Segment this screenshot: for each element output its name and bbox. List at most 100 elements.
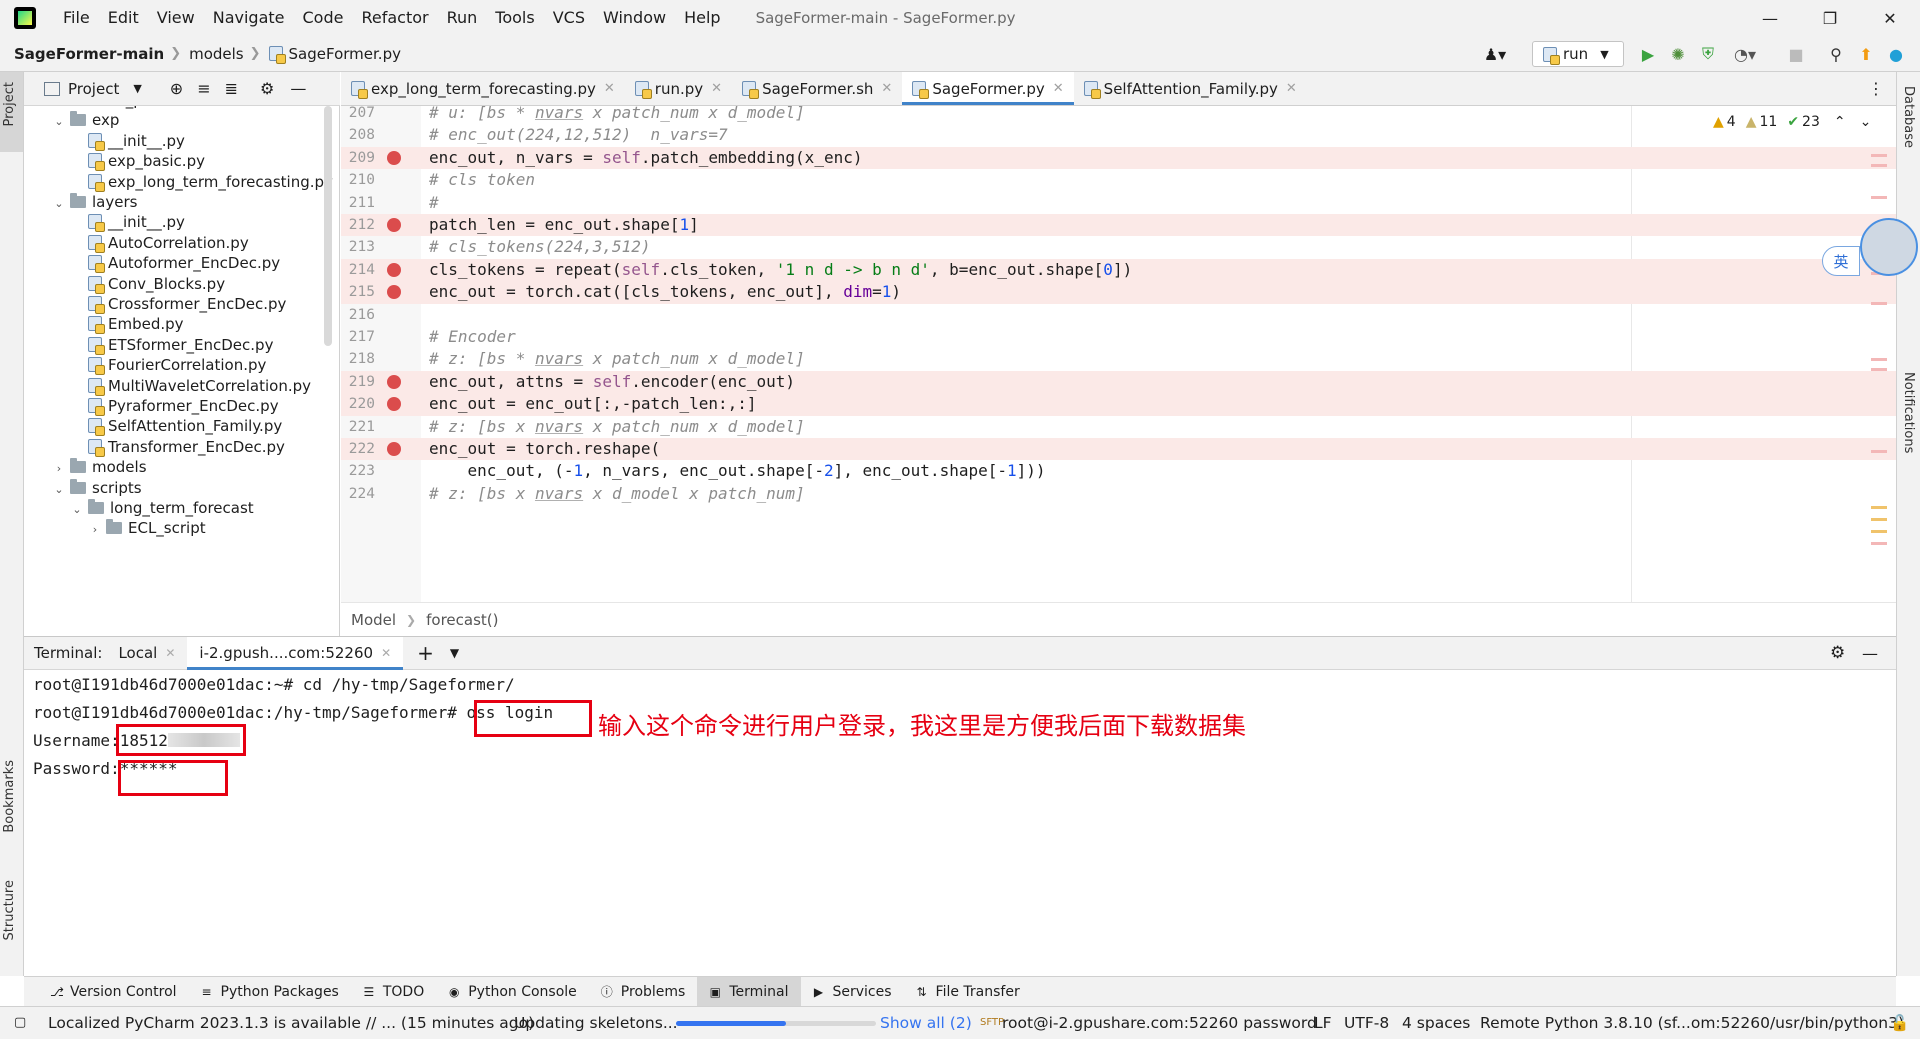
code-line[interactable]: 220 enc_out = enc_out[:,-patch_len:,:] [341, 393, 1896, 416]
code-line[interactable]: 218 # z: [bs * nvars x patch_num x d_mode… [341, 348, 1896, 370]
user-icon[interactable]: ♟▾ [1478, 44, 1512, 64]
close-icon[interactable]: ✕ [604, 81, 615, 96]
tool-tab[interactable]: ◉ Python Console [436, 977, 589, 1007]
editor-tab[interactable]: SelfAttention_Family.py ✕ [1074, 72, 1307, 105]
breakpoint-icon[interactable] [387, 442, 401, 457]
coverage-icon[interactable]: ⛨ [1698, 44, 1718, 64]
chevron-down-icon[interactable]: ⌄ [70, 497, 84, 522]
line-number[interactable]: 214 [341, 259, 375, 281]
code-line[interactable]: 209 enc_out, n_vars = self.patch_embeddin… [341, 146, 1896, 170]
gear-icon[interactable]: ⚙ [260, 79, 274, 98]
code-line[interactable]: 219 enc_out, attns = self.encoder(enc_out… [341, 370, 1896, 394]
terminal-tab-remote[interactable]: i-2.gpush....com:52260 ✕ [187, 636, 404, 670]
tree-item[interactable]: › ECL_script [88, 516, 206, 541]
run-config-select[interactable]: run ▼ [1532, 41, 1624, 67]
close-icon[interactable]: ✕ [381, 646, 391, 660]
code-editor[interactable]: 207 # u: [bs * nvars x patch_num x d_mode… [341, 106, 1896, 602]
code-line[interactable]: 223 enc_out, (-1, n_vars, enc_out.shape[… [341, 460, 1896, 482]
breakpoint-icon[interactable] [387, 262, 401, 277]
breakpoint-icon[interactable] [387, 397, 401, 412]
chevron-up-icon[interactable]: ⌃ [1834, 114, 1846, 130]
lock-icon[interactable]: 🔓 [1890, 1007, 1909, 1039]
chevron-down-icon[interactable]: ⌄ [52, 477, 66, 502]
chevron-down-icon[interactable]: ⌄ [52, 109, 66, 134]
breakpoint-icon[interactable] [387, 150, 401, 165]
tool-tab[interactable]: ⓘ Problems [589, 977, 698, 1007]
breakpoint-icon[interactable] [387, 218, 401, 233]
breakpoint-icon[interactable] [387, 374, 401, 389]
line-separator[interactable]: LF [1314, 1007, 1332, 1039]
bookmarks-tool-label[interactable]: Bookmarks [2, 760, 17, 833]
close-icon[interactable]: ✕ [881, 81, 892, 96]
structure-tool-label[interactable]: Structure [2, 880, 17, 940]
pycharm-logo-icon[interactable] [14, 7, 36, 29]
tool-tab[interactable]: ⎇ Version Control [38, 977, 189, 1007]
breadcrumb-class[interactable]: Model [351, 611, 396, 629]
line-number[interactable]: 209 [341, 147, 375, 169]
tool-tab[interactable]: ▶ Services [801, 977, 904, 1007]
chevron-right-icon[interactable]: › [88, 517, 102, 542]
chevron-down-icon[interactable]: ⌄ [1860, 114, 1872, 130]
code-line[interactable]: 221 # z: [bs x nvars x patch_num x d_mode… [341, 416, 1896, 438]
line-number[interactable]: 211 [341, 192, 375, 214]
tool-tab[interactable]: ⇅ File Transfer [904, 977, 1032, 1007]
error-stripe[interactable] [1871, 196, 1887, 199]
chevron-down-icon[interactable]: ▼ [133, 82, 141, 95]
line-number[interactable]: 210 [341, 169, 375, 191]
editor-tab[interactable]: SageFormer.sh ✕ [732, 72, 902, 105]
error-stripe[interactable] [1871, 542, 1887, 545]
tool-tab[interactable]: ≡ Python Packages [189, 977, 351, 1007]
menu-run[interactable]: Run [438, 0, 487, 36]
line-number[interactable]: 216 [341, 304, 375, 326]
database-tool-label[interactable]: Database [1901, 86, 1916, 148]
close-icon[interactable]: ✕ [711, 81, 722, 96]
scrollbar[interactable] [324, 106, 332, 346]
assistant-avatar[interactable] [1860, 218, 1918, 276]
close-icon[interactable]: ✕ [165, 646, 175, 660]
code-line[interactable]: 215 enc_out = torch.cat([cls_tokens, enc_… [341, 281, 1896, 304]
show-all-link[interactable]: Show all (2) [880, 1007, 972, 1039]
error-stripe[interactable] [1871, 450, 1887, 453]
tool-tab[interactable]: ☰ TODO [351, 977, 436, 1007]
menu-tools[interactable]: Tools [486, 0, 543, 36]
menu-refactor[interactable]: Refactor [352, 0, 437, 36]
nav-file[interactable]: SageFormer.py [289, 45, 401, 63]
menu-window[interactable]: Window [594, 0, 675, 36]
code-line[interactable]: 217 # Encoder [341, 326, 1896, 348]
more-icon[interactable]: ⋮ [1868, 79, 1884, 98]
code-line[interactable]: 214 cls_tokens = repeat(self.cls_token, '… [341, 258, 1896, 282]
menu-view[interactable]: View [148, 0, 204, 36]
terminal-tab-local[interactable]: Local ✕ [106, 637, 187, 670]
layout-icon[interactable]: ▢ [14, 1007, 26, 1039]
error-stripe[interactable] [1871, 164, 1887, 167]
status-message[interactable]: Localized PyCharm 2023.1.3 is available … [48, 1007, 534, 1039]
warning-stripe[interactable] [1871, 530, 1887, 533]
menu-edit[interactable]: Edit [99, 0, 148, 36]
file-encoding[interactable]: UTF-8 [1344, 1007, 1389, 1039]
error-stripe[interactable] [1871, 368, 1887, 371]
error-stripe[interactable] [1871, 358, 1887, 361]
code-line[interactable]: 208 # enc_out(224,12,512) n_vars=7 [341, 124, 1896, 146]
hide-icon[interactable]: — [290, 79, 306, 98]
editor-tab[interactable]: exp_long_term_forecasting.py ✕ [341, 72, 625, 105]
code-line[interactable]: 222 enc_out = torch.reshape( [341, 438, 1896, 461]
editor-tab[interactable]: run.py ✕ [625, 72, 732, 105]
code-line[interactable]: 224 # z: [bs x nvars x d_model x patch_nu… [341, 483, 1896, 505]
stop-icon[interactable]: ■ [1786, 44, 1806, 64]
line-number[interactable]: 222 [341, 438, 375, 460]
line-number[interactable]: 215 [341, 281, 375, 303]
breadcrumb-method[interactable]: forecast() [426, 611, 498, 629]
notifications-tool-label[interactable]: Notifications [1901, 372, 1916, 453]
project-tool-label[interactable]: Project [2, 82, 17, 126]
menu-vcs[interactable]: VCS [544, 0, 594, 36]
indent-setting[interactable]: 4 spaces [1402, 1007, 1470, 1039]
search-icon[interactable]: ⚲ [1826, 44, 1846, 64]
error-stripe[interactable] [1871, 302, 1887, 305]
error-stripe[interactable] [1871, 154, 1887, 157]
line-number[interactable]: 224 [341, 483, 375, 505]
minimize-icon[interactable]: — [1740, 0, 1800, 36]
ime-language-badge[interactable]: 英 [1822, 246, 1860, 276]
close-icon[interactable]: ✕ [1286, 81, 1297, 96]
code-line[interactable]: 212 patch_len = enc_out.shape[1] [341, 214, 1896, 237]
tool-tab[interactable]: ▣ Terminal [697, 976, 801, 1007]
